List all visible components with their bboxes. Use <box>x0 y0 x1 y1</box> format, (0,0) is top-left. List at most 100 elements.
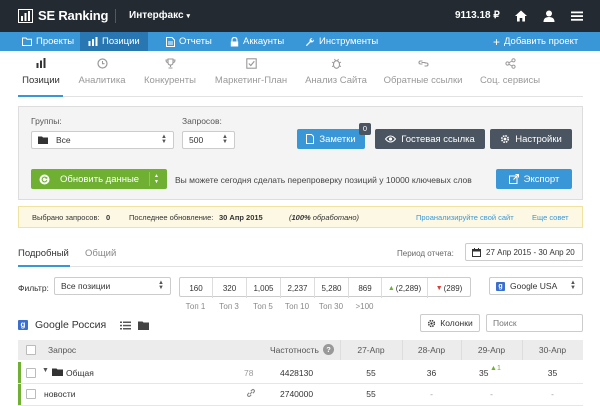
settings-label: Настройки <box>515 133 562 145</box>
more-tips-link[interactable]: Еще совет <box>532 213 569 222</box>
home-icon[interactable] <box>514 9 528 23</box>
table-row[interactable]: новости 2740000 55 - - - <box>18 384 583 406</box>
nav-item-projects[interactable]: Проекты <box>14 32 82 51</box>
subtab-positions[interactable]: Позиции <box>18 58 64 86</box>
eye-icon <box>385 135 397 143</box>
view-tab-active-indicator <box>18 265 70 267</box>
top5-count[interactable]: 1,005 <box>247 278 281 298</box>
info-bar: Выбрано запросов: 0 Последнее обновление… <box>18 206 583 228</box>
nav-item-accounts[interactable]: Аккаунты <box>222 32 292 51</box>
groups-select[interactable]: Все ▲ ▼ <box>31 131 174 149</box>
document-icon <box>166 36 175 47</box>
help-icon[interactable]: ? <box>323 344 334 355</box>
frequency-value: 2740000 <box>280 389 314 399</box>
notes-label: Заметки <box>319 133 356 145</box>
lock-icon <box>230 36 239 46</box>
export-button[interactable]: Экспорт <box>496 169 572 189</box>
folder-icon <box>22 37 32 46</box>
selected-queries-label: Выбрано запросов: <box>32 213 100 222</box>
group-name: Общая <box>66 368 94 378</box>
queries-select[interactable]: 500 ▲ ▼ <box>182 131 235 149</box>
notes-count-badge: 0 <box>359 123 371 135</box>
tab-detailed[interactable]: Подробный <box>18 248 69 259</box>
subtab-marketing-plan[interactable]: Маркетинг-План <box>208 58 294 86</box>
top10-count[interactable]: 2,237 <box>281 278 315 298</box>
folder-icon[interactable] <box>138 321 149 330</box>
subtab-label: Обратные ссылки <box>383 75 463 86</box>
subtab-label: Анализ Сайта <box>305 75 367 86</box>
columns-button[interactable]: Колонки <box>420 314 480 332</box>
subtab-label: Маркетинг-План <box>214 75 288 86</box>
nav-item-reports[interactable]: Отчеты <box>158 32 220 51</box>
nav-item-positions[interactable]: Позиции <box>80 32 148 51</box>
group-color-marker <box>18 362 21 383</box>
queries-value: 500 <box>189 135 204 145</box>
position-date-4: 35 <box>547 368 558 378</box>
subtab-social[interactable]: Соц. сервисы <box>474 58 546 86</box>
gear-icon <box>501 134 510 144</box>
subtab-backlinks[interactable]: Обратные ссылки <box>378 58 468 86</box>
account-balance[interactable]: 9113.18 ₽ <box>455 10 500 21</box>
expand-arrow-icon[interactable]: ▼ <box>42 367 49 374</box>
search-engine-select[interactable]: g Google USA ▲ ▼ <box>489 277 583 295</box>
select-all-checkbox[interactable] <box>26 345 36 355</box>
subtab-analytics[interactable]: Аналитика <box>72 58 132 86</box>
row-checkbox[interactable] <box>26 368 36 378</box>
report-period-label: Период отчета: <box>397 249 454 258</box>
position-date-1: 55 <box>366 368 376 378</box>
main-nav: Проекты Позиции Отчеты Аккаунты Инструме… <box>0 32 600 51</box>
chevron-updown-icon[interactable]: ▲ ▼ <box>154 173 159 185</box>
project-selector[interactable]: Интерфакс ▾ <box>129 10 190 21</box>
analyze-site-link[interactable]: Проанализируйте свой сайт <box>416 213 514 222</box>
notes-button[interactable]: Заметки <box>297 129 365 149</box>
column-header-date-3[interactable]: 29-Апр <box>461 345 522 355</box>
plus-icon: + <box>493 34 501 49</box>
add-project-button[interactable]: + Добавить проект <box>485 32 586 51</box>
refresh-label: Обновить данные <box>60 173 140 185</box>
control-panel: Группы: Все ▲ ▼ Запросов: 500 ▲ ▼ Заметки … <box>18 106 583 200</box>
link-icon[interactable] <box>246 388 256 398</box>
top1-count[interactable]: 160 <box>180 278 213 298</box>
column-header-frequency[interactable]: Частотность <box>270 345 319 355</box>
table-row-group[interactable]: ▼ Общая 78 4428130 55 36 35 ▲1 35 <box>18 362 583 384</box>
tab-general[interactable]: Общий <box>85 248 116 259</box>
positions-up-count[interactable]: ▲ (2,289) <box>382 278 428 298</box>
top3-count[interactable]: 320 <box>213 278 247 298</box>
position-date-3: 35 <box>479 368 489 378</box>
menu-icon[interactable] <box>570 9 584 23</box>
filter-select[interactable]: Все позиции ▲ ▼ <box>54 277 171 295</box>
top30-count[interactable]: 5,280 <box>315 278 349 298</box>
report-period-value: 27 Апр 2015 - 30 Апр 20 <box>486 247 575 257</box>
row-checkbox[interactable] <box>26 389 36 399</box>
subtab-site-audit[interactable]: Анализ Сайта <box>300 58 372 86</box>
guest-link-button[interactable]: Гостевая ссылка <box>375 129 485 149</box>
table-header: Запрос Частотность ? 27-Апр 28-Апр 29-Ап… <box>18 340 583 360</box>
selected-queries-value: 0 <box>106 213 111 222</box>
select-caret-icon: ▲ ▼ <box>161 134 167 145</box>
column-header-date-2[interactable]: 28-Апр <box>402 345 461 355</box>
report-period-picker[interactable]: 27 Апр 2015 - 30 Апр 20 <box>465 243 583 261</box>
position-date-4: - <box>551 389 554 399</box>
folder-icon <box>52 368 63 376</box>
refresh-data-button[interactable]: Обновить данные ▲ ▼ <box>31 169 167 189</box>
positions-down-count[interactable]: ▼ (289) <box>428 278 470 298</box>
logo[interactable]: SE Ranking <box>18 8 108 23</box>
subtab-competitors[interactable]: Конкуренты <box>138 58 202 86</box>
position-date-3: - <box>490 389 493 399</box>
list-view-icon[interactable] <box>120 321 131 330</box>
position-change: ▲1 <box>490 365 501 372</box>
over100-count[interactable]: 869 <box>349 278 382 298</box>
se-ranking-logo-icon <box>18 8 33 23</box>
column-header-query[interactable]: Запрос <box>48 345 76 355</box>
column-header-date-4[interactable]: 30-Апр <box>522 345 583 355</box>
nav-item-tools[interactable]: Инструменты <box>297 32 386 51</box>
search-input[interactable] <box>486 314 583 332</box>
settings-button[interactable]: Настройки <box>490 129 572 149</box>
subtab-divider <box>18 96 583 97</box>
frequency-value: 4428130 <box>280 368 314 378</box>
filter-label: Фильтр: <box>18 283 49 293</box>
last-update-value: 30 Апр 2015 <box>219 213 263 222</box>
user-icon[interactable] <box>542 9 556 23</box>
column-header-date-1[interactable]: 27-Апр <box>340 345 402 355</box>
position-date-2: - <box>430 389 433 399</box>
